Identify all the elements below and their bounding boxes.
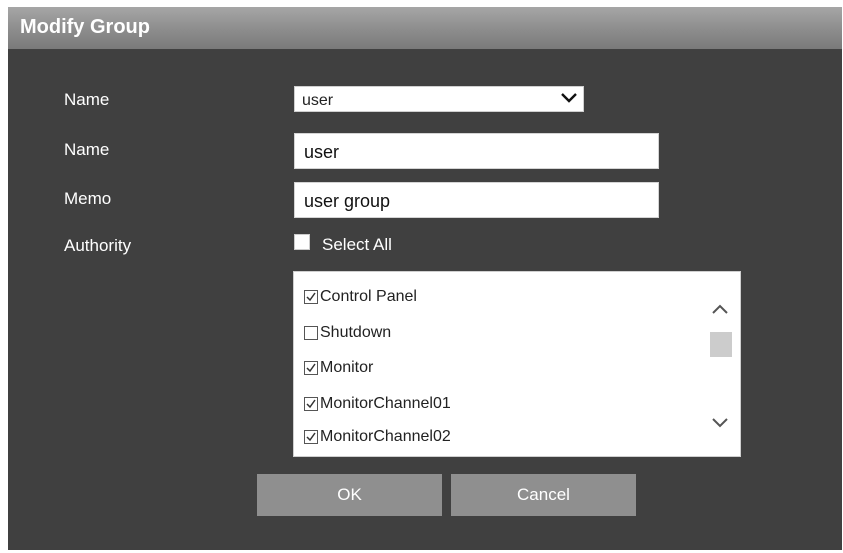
authority-item[interactable]: Shutdown <box>304 322 391 344</box>
cancel-button[interactable]: Cancel <box>451 474 636 516</box>
name-field-value: user <box>304 142 340 162</box>
authority-item-label: Control Panel <box>320 288 417 305</box>
checkmark-icon <box>306 399 316 409</box>
checkmark-icon <box>306 292 316 302</box>
name-label: Name <box>64 140 110 159</box>
authority-item[interactable]: MonitorChannel01 <box>304 393 451 415</box>
memo-field[interactable]: user group <box>294 182 659 218</box>
authority-item[interactable]: Control Panel <box>304 286 417 308</box>
ok-button[interactable]: OK <box>257 474 442 516</box>
authority-item-label: MonitorChannel02 <box>320 428 451 445</box>
group-select-dropdown[interactable]: user <box>294 86 584 112</box>
dialog-titlebar[interactable]: Modify Group <box>8 7 842 49</box>
authority-item-checkbox[interactable] <box>304 361 318 375</box>
authority-item-label: Shutdown <box>320 324 392 341</box>
chevron-down-icon[interactable] <box>711 416 729 430</box>
group-select-value: user <box>302 92 334 109</box>
group-select-label: Name <box>64 90 110 109</box>
select-all-checkbox[interactable] <box>294 234 310 250</box>
chevron-up-icon[interactable] <box>711 302 729 316</box>
authority-item[interactable]: Monitor <box>304 357 373 379</box>
modify-group-dialog: Modify Group Name user Name user Memo us… <box>8 7 842 550</box>
chevron-down-icon <box>561 93 577 103</box>
authority-label: Authority <box>64 236 132 255</box>
authority-item-checkbox[interactable] <box>304 326 318 340</box>
authority-list[interactable]: Control Panel Shutdown Monitor MonitorCh… <box>293 271 741 457</box>
authority-item-label: MonitorChannel01 <box>320 395 451 412</box>
memo-label: Memo <box>64 189 112 208</box>
select-all-label[interactable]: Select All <box>322 235 392 255</box>
name-field[interactable]: user <box>294 133 659 169</box>
authority-item-checkbox[interactable] <box>304 430 318 444</box>
authority-item-checkbox[interactable] <box>304 290 318 304</box>
authority-item[interactable]: MonitorChannel02 <box>304 426 451 448</box>
dialog-title: Modify Group <box>20 16 150 38</box>
scrollbar-thumb[interactable] <box>710 332 732 357</box>
authority-item-label: Monitor <box>320 359 374 376</box>
checkmark-icon <box>306 432 316 442</box>
authority-item-checkbox[interactable] <box>304 397 318 411</box>
memo-field-value: user group <box>304 191 391 211</box>
checkmark-icon <box>306 363 316 373</box>
